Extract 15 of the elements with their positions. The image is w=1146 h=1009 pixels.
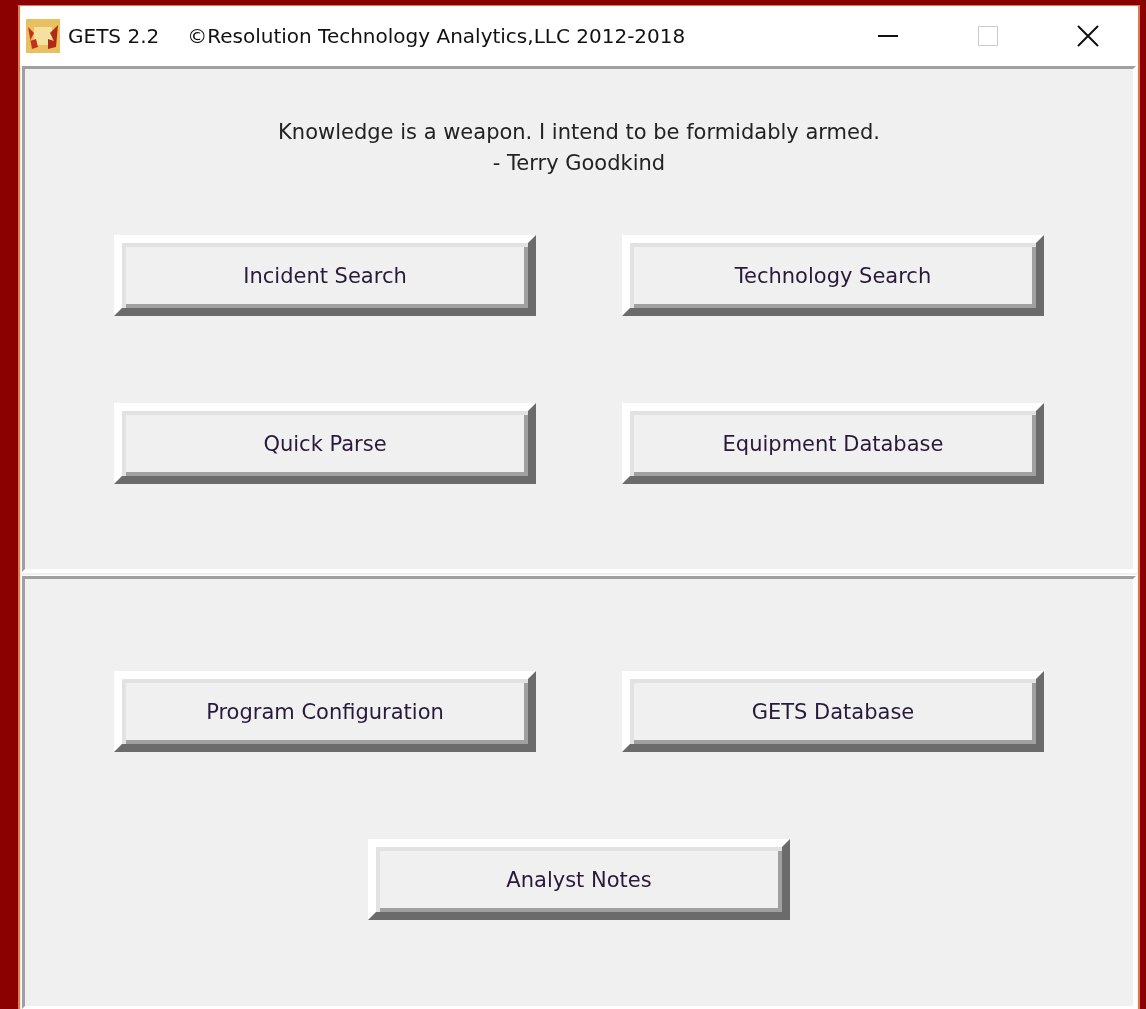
menu-button[interactable]: Quick Parse [114, 403, 536, 484]
quote-text: Knowledge is a weapon. I intend to be formidably armed. [278, 119, 880, 146]
menu-button[interactable]: Analyst Notes [368, 839, 790, 920]
close-icon [1077, 25, 1099, 47]
app-logo-icon [26, 19, 60, 53]
maximize-icon [978, 26, 998, 46]
window-title: GETS 2.2 [68, 24, 160, 48]
menu-button[interactable]: Equipment Database [622, 403, 1044, 484]
copyright-text: ©Resolution Technology Analytics,LLC 2012-2018 [187, 24, 686, 48]
minimize-icon [878, 35, 898, 37]
menu-button[interactable]: Incident Search [114, 235, 536, 316]
menu-button[interactable]: Program Configuration [114, 671, 536, 752]
menu-button[interactable]: GETS Database [622, 671, 1044, 752]
menu-button[interactable]: Technology Search [622, 235, 1044, 316]
quote-author: - Terry Goodkind [491, 150, 667, 177]
